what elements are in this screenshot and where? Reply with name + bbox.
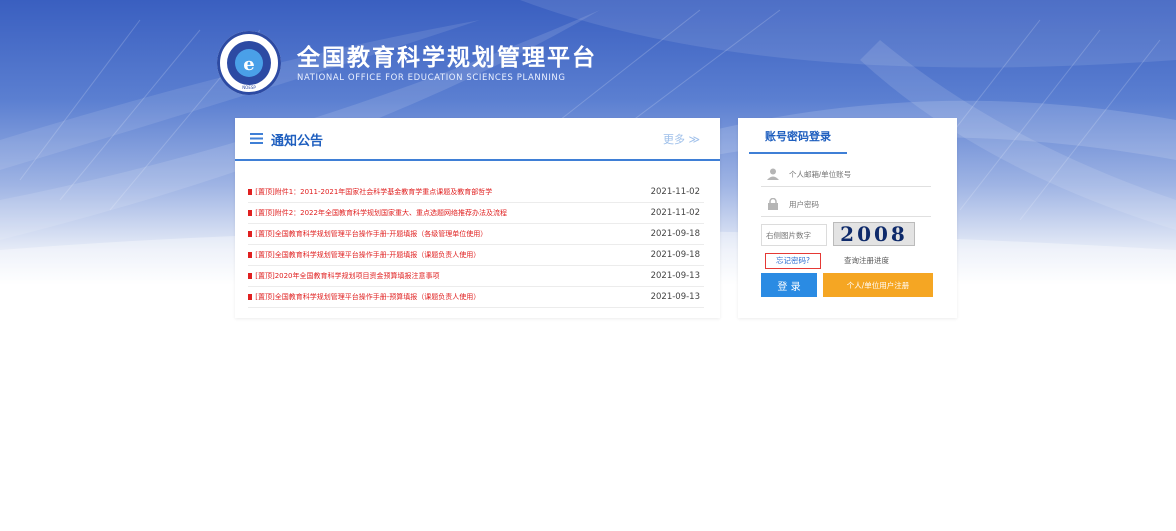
notice-item-date: 2021-11-02 xyxy=(650,187,700,197)
notice-item-date: 2021-09-18 xyxy=(650,250,700,260)
notice-item[interactable]: [置顶]附件2：2022年全国教育科学规划国家重大、重点选题网络推荐办法及流程 … xyxy=(248,203,704,224)
tab-account-login[interactable]: 账号密码登录 xyxy=(749,128,847,154)
notice-item[interactable]: [置顶]附件1：2011-2021年国家社会科学基金教育学重点课题及教育部哲学 … xyxy=(248,182,704,203)
lock-icon xyxy=(768,198,778,210)
more-link[interactable]: 更多 ≫ xyxy=(663,131,700,147)
user-icon xyxy=(767,168,779,180)
notice-item[interactable]: [置顶]全国教育科学规划管理平台操作手册-开题填报（各级管理单位使用） 2021… xyxy=(248,224,704,245)
flag-icon xyxy=(248,210,252,216)
notice-item-date: 2021-09-13 xyxy=(650,271,700,281)
notice-header: 通知公告 更多 ≫ xyxy=(235,118,720,161)
password-input[interactable] xyxy=(787,195,931,213)
flag-icon xyxy=(248,231,252,237)
register-button[interactable]: 个人/单位用户注册 xyxy=(823,273,933,297)
captcha-image[interactable]: 2008 xyxy=(833,222,915,246)
notice-item-date: 2021-11-02 xyxy=(650,208,700,218)
notice-item-title[interactable]: [置顶]附件2：2022年全国教育科学规划国家重大、重点选题网络推荐办法及流程 xyxy=(255,209,507,217)
forgot-password-link[interactable]: 忘记密码? xyxy=(765,253,821,269)
notice-item-title[interactable]: [置顶]全国教育科学规划管理平台操作手册-开题填报（各级管理单位使用） xyxy=(255,230,487,238)
flag-icon xyxy=(248,273,252,279)
svg-text:e: e xyxy=(243,54,254,75)
site-title: 全国教育科学规划管理平台 xyxy=(297,45,597,71)
login-panel: 账号密码登录 2008 忘记密码? 查询注册进度 登 录 个人/单位用户注册 xyxy=(738,118,957,318)
password-field xyxy=(761,192,931,217)
notice-item-title[interactable]: [置顶]附件1：2011-2021年国家社会科学基金教育学重点课题及教育部哲学 xyxy=(255,188,492,196)
captcha-input[interactable] xyxy=(761,224,827,246)
flag-icon xyxy=(248,294,252,300)
site-subtitle: NATIONAL OFFICE FOR EDUCATION SCIENCES P… xyxy=(297,73,566,83)
notice-item-title[interactable]: [置顶]2020年全国教育科学规划项目资金预算填报注意事项 xyxy=(255,272,439,280)
notice-item[interactable]: [置顶]全国教育科学规划管理平台操作手册-开题填报（课题负责人使用） 2021-… xyxy=(248,245,704,266)
notice-list: [置顶]附件1：2011-2021年国家社会科学基金教育学重点课题及教育部哲学 … xyxy=(248,182,704,308)
logo: e NOESP xyxy=(217,31,281,95)
svg-text:NOESP: NOESP xyxy=(242,85,256,90)
registration-progress-link[interactable]: 查询注册进度 xyxy=(844,255,889,266)
username-field xyxy=(761,162,931,187)
notice-item[interactable]: [置顶]全国教育科学规划管理平台操作手册-预算填报（课题负责人使用） 2021-… xyxy=(248,287,704,308)
flag-icon xyxy=(248,189,252,195)
notice-item-date: 2021-09-18 xyxy=(650,229,700,239)
notice-item-title[interactable]: [置顶]全国教育科学规划管理平台操作手册-开题填报（课题负责人使用） xyxy=(255,251,480,259)
logo-emblem-icon: e NOESP xyxy=(218,32,280,94)
notice-item-date: 2021-09-13 xyxy=(650,292,700,302)
notice-panel: 通知公告 更多 ≫ [置顶]附件1：2011-2021年国家社会科学基金教育学重… xyxy=(235,118,720,318)
notice-item[interactable]: [置顶]2020年全国教育科学规划项目资金预算填报注意事项 2021-09-13 xyxy=(248,266,704,287)
list-menu-icon xyxy=(250,133,263,144)
login-button[interactable]: 登 录 xyxy=(761,273,817,297)
notice-title: 通知公告 xyxy=(271,134,324,149)
username-input[interactable] xyxy=(787,165,931,183)
notice-item-title[interactable]: [置顶]全国教育科学规划管理平台操作手册-预算填报（课题负责人使用） xyxy=(255,293,480,301)
flag-icon xyxy=(248,252,252,258)
